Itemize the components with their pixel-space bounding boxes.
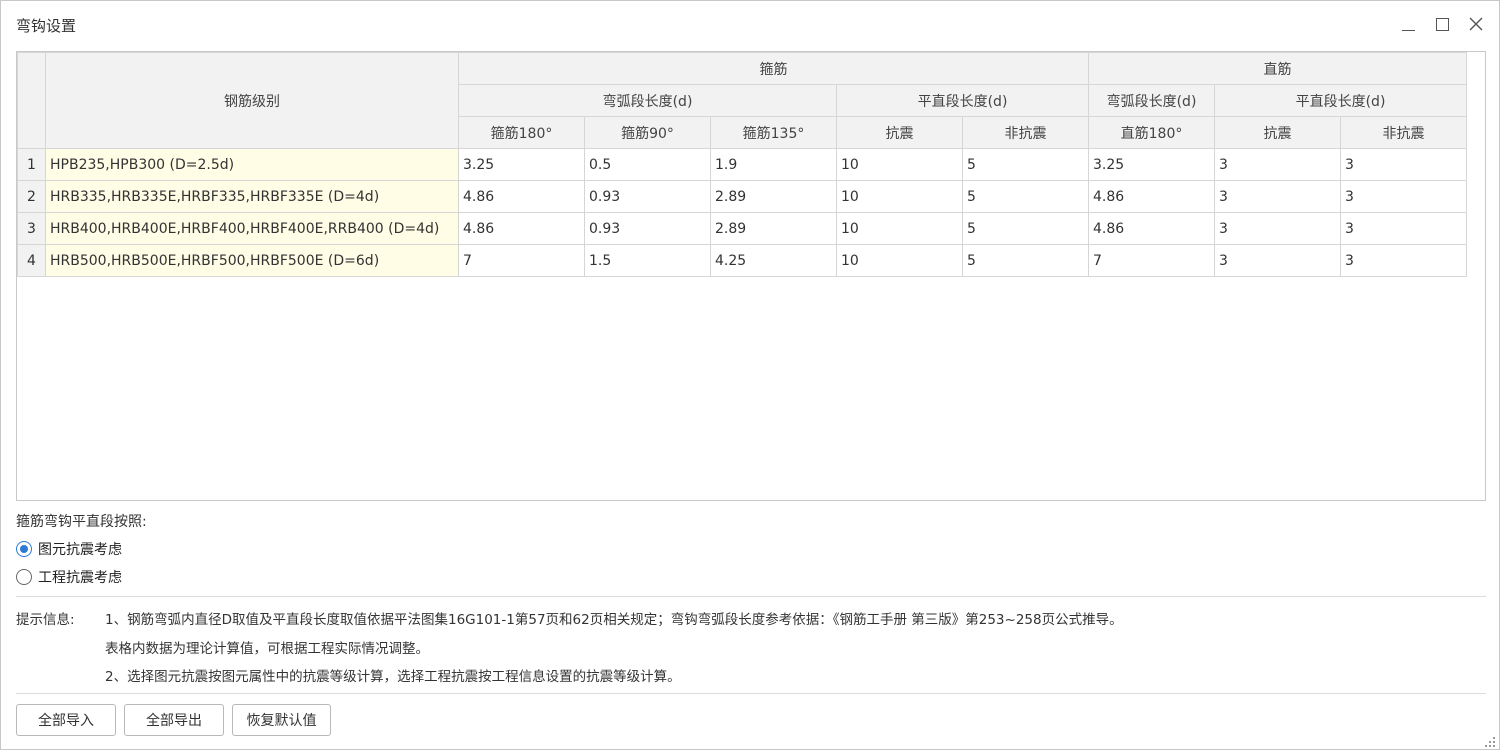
table-cell[interactable]: 5	[962, 244, 1089, 277]
table-cell[interactable]: 3	[1214, 180, 1341, 213]
table-cell[interactable]: 3.25	[1088, 148, 1215, 181]
radio-label: 图元抗震考虑	[38, 542, 122, 558]
radio-project-seismic[interactable]: 工程抗震考虑	[16, 567, 122, 587]
grade-cell[interactable]: HPB235,HPB300 (D=2.5d)	[45, 148, 459, 181]
header-seismic: 抗震	[836, 116, 963, 149]
corner-header	[17, 52, 46, 149]
table-row: 4 HRB500,HRB500E,HRBF500,HRBF500E (D=6d)…	[17, 244, 1467, 277]
divider	[16, 693, 1486, 694]
header-straight-seismic: 抗震	[1214, 116, 1341, 149]
grade-cell[interactable]: HRB400,HRB400E,HRBF400,HRBF400E,RRB400 (…	[45, 212, 459, 245]
row-number: 1	[17, 148, 46, 181]
hook-settings-dialog: 弯钩设置 钢筋级别 箍筋 直筋 弯弧段长度(d) 平直段长度(d) 弯弧段长度(…	[0, 0, 1500, 750]
tip-line-3: 2、选择图元抗震按图元属性中的抗震等级计算，选择工程抗震按工程信息设置的抗震等级…	[105, 669, 681, 685]
table-cell[interactable]: 4.86	[458, 212, 585, 245]
table-cell[interactable]: 3	[1340, 148, 1467, 181]
tips-label: 提示信息:	[16, 612, 75, 628]
export-all-button[interactable]: 全部导出	[124, 704, 224, 736]
table-row: 2 HRB335,HRB335E,HRBF335,HRBF335E (D=4d)…	[17, 180, 1467, 213]
table-cell[interactable]: 3	[1214, 148, 1341, 181]
header-straight: 直筋	[1088, 52, 1467, 85]
radio-checked-icon[interactable]	[16, 541, 32, 557]
stirrup-flat-basis-label: 箍筋弯钩平直段按照:	[16, 514, 147, 530]
table-cell[interactable]: 5	[962, 180, 1089, 213]
table-cell[interactable]: 4.86	[1088, 212, 1215, 245]
maximize-icon[interactable]	[1433, 15, 1451, 33]
table-cell[interactable]: 3	[1214, 212, 1341, 245]
radio-label: 工程抗震考虑	[38, 570, 122, 586]
table-cell[interactable]: 2.89	[710, 212, 837, 245]
grade-cell[interactable]: HRB335,HRB335E,HRBF335,HRBF335E (D=4d)	[45, 180, 459, 213]
import-all-button[interactable]: 全部导入	[16, 704, 116, 736]
restore-defaults-button[interactable]: 恢复默认值	[232, 704, 331, 736]
table-cell[interactable]: 1.5	[584, 244, 711, 277]
table-cell[interactable]: 7	[1088, 244, 1215, 277]
row-number: 4	[17, 244, 46, 277]
header-straight-180: 直筋180°	[1088, 116, 1215, 149]
table-cell[interactable]: 10	[836, 180, 963, 213]
table-cell[interactable]: 3	[1340, 244, 1467, 277]
table-cell[interactable]: 0.93	[584, 212, 711, 245]
grade-cell[interactable]: HRB500,HRB500E,HRBF500,HRBF500E (D=6d)	[45, 244, 459, 277]
row-number: 2	[17, 180, 46, 213]
table-cell[interactable]: 4.86	[458, 180, 585, 213]
table-cell[interactable]: 10	[836, 212, 963, 245]
table-cell[interactable]: 1.9	[710, 148, 837, 181]
table-cell[interactable]: 10	[836, 244, 963, 277]
title-bar: 弯钩设置	[1, 1, 1499, 49]
table-cell[interactable]: 10	[836, 148, 963, 181]
header-straight-flat-length: 平直段长度(d)	[1214, 84, 1467, 117]
window-title: 弯钩设置	[16, 17, 77, 35]
table-cell[interactable]: 5	[962, 148, 1089, 181]
header-nonseismic: 非抗震	[962, 116, 1089, 149]
table-cell[interactable]: 0.93	[584, 180, 711, 213]
table-cell[interactable]: 0.5	[584, 148, 711, 181]
table-cell[interactable]: 3	[1340, 180, 1467, 213]
table-cell[interactable]: 3	[1340, 212, 1467, 245]
table-cell[interactable]: 3	[1214, 244, 1341, 277]
close-icon[interactable]	[1467, 15, 1485, 33]
resize-grip-icon[interactable]	[1485, 735, 1495, 747]
header-stirrup-135: 箍筋135°	[710, 116, 837, 149]
header-grade: 钢筋级别	[45, 52, 459, 149]
radio-unchecked-icon[interactable]	[16, 569, 32, 585]
hook-table: 钢筋级别 箍筋 直筋 弯弧段长度(d) 平直段长度(d) 弯弧段长度(d) 平直…	[17, 52, 1467, 277]
tip-line-2: 表格内数据为理论计算值，可根据工程实际情况调整。	[105, 641, 429, 657]
header-stirrup-flat-length: 平直段长度(d)	[836, 84, 1089, 117]
table-cell[interactable]: 7	[458, 244, 585, 277]
table-cell[interactable]: 3.25	[458, 148, 585, 181]
header-straight-nonseismic: 非抗震	[1340, 116, 1467, 149]
table-cell[interactable]: 4.25	[710, 244, 837, 277]
header-stirrup-90: 箍筋90°	[584, 116, 711, 149]
tip-line-1: 1、钢筋弯弧内直径D取值及平直段长度取值依据平法图集16G101-1第57页和6…	[105, 612, 1123, 628]
divider	[16, 596, 1486, 597]
radio-element-seismic[interactable]: 图元抗震考虑	[16, 539, 122, 559]
header-straight-arc-length: 弯弧段长度(d)	[1088, 84, 1215, 117]
row-number: 3	[17, 212, 46, 245]
table-row: 3 HRB400,HRB400E,HRBF400,HRBF400E,RRB400…	[17, 212, 1467, 245]
header-stirrup-180: 箍筋180°	[458, 116, 585, 149]
table-cell[interactable]: 2.89	[710, 180, 837, 213]
minimize-icon[interactable]	[1399, 15, 1417, 33]
table-cell[interactable]: 5	[962, 212, 1089, 245]
table-row: 1 HPB235,HPB300 (D=2.5d) 3.25 0.5 1.9 10…	[17, 148, 1467, 181]
hook-settings-grid: 钢筋级别 箍筋 直筋 弯弧段长度(d) 平直段长度(d) 弯弧段长度(d) 平直…	[16, 51, 1486, 501]
header-stirrup-arc-length: 弯弧段长度(d)	[458, 84, 837, 117]
header-stirrup: 箍筋	[458, 52, 1089, 85]
table-cell[interactable]: 4.86	[1088, 180, 1215, 213]
